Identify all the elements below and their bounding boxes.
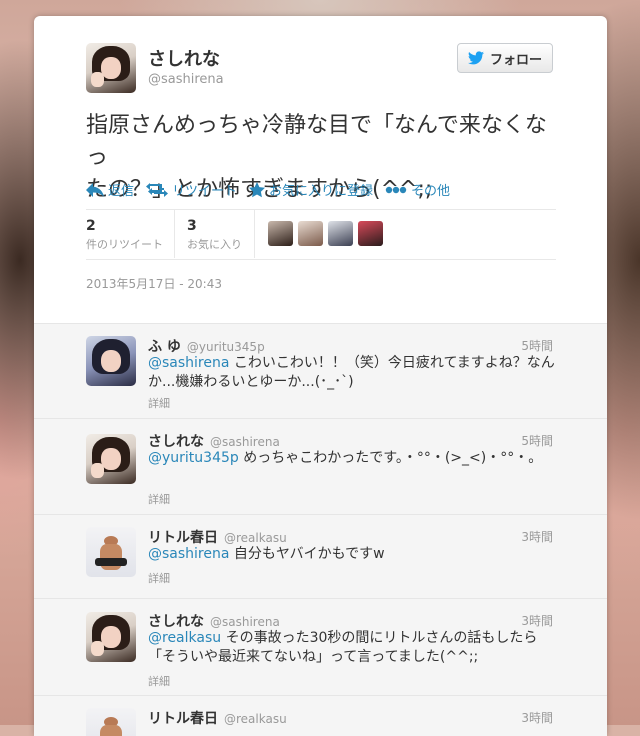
tweet-timestamp[interactable]: 2013年5月17日 - 20:43 <box>86 275 222 292</box>
reply-detail-link[interactable]: 詳細 <box>148 491 170 507</box>
reply-detail-link[interactable]: 詳細 <box>148 570 170 586</box>
more-dots-icon <box>385 186 407 193</box>
reply-mention[interactable]: @sashirena <box>148 546 229 562</box>
author-avatar[interactable] <box>86 43 136 93</box>
reply-text: @realkasu その事故った30秒の間にリトルさんの話もしたら「そういや最近… <box>148 629 558 667</box>
reply-author[interactable]: リトル春日 @realkasu <box>148 527 287 547</box>
reply-author[interactable]: ふ ゆ @yuritu345p <box>148 336 265 356</box>
favoriter-avatar[interactable] <box>298 221 323 246</box>
reply-author[interactable]: リトル春日 @realkasu <box>148 708 287 728</box>
reply-list: ふ ゆ @yuritu345p 5時間 @sashirena こわいこわい！！（笑… <box>34 323 607 736</box>
retweet-count-label: 件のリツイート <box>86 238 163 251</box>
reply-text: @sashirena こわいこわい！！（笑）今日疲れてますよね？なんか...機嫌… <box>148 354 558 392</box>
stat-divider <box>254 210 255 258</box>
favorite-count: 3 <box>187 218 197 234</box>
reply-item[interactable]: リトル春日 @realkasu 3時間 <box>34 696 607 736</box>
reply-time[interactable]: 5時間 <box>521 432 553 449</box>
reply-mention[interactable]: @yuritu345p <box>148 450 239 466</box>
reply-time[interactable]: 3時間 <box>521 528 553 545</box>
retweet-count: 2 <box>86 218 96 234</box>
favoriter-avatar[interactable] <box>328 221 353 246</box>
tweet-text-line-1: 指原さんめっちゃ冷静な目で「なんで来なくなっ <box>86 113 547 170</box>
reply-label: 返信 <box>108 184 135 199</box>
reply-action[interactable]: 返信 <box>86 180 134 199</box>
reply-avatar[interactable] <box>86 434 136 484</box>
reply-avatar[interactable] <box>86 708 136 736</box>
twitter-bird-icon <box>467 51 484 65</box>
main-tweet: さしれな @sashirena フォロー 指原さんめっちゃ冷静な目で「なんで来な… <box>34 16 607 323</box>
more-action[interactable]: その他 <box>385 180 450 199</box>
favoriters-avatars <box>268 221 383 246</box>
reply-author-name: ふ ゆ <box>148 339 181 355</box>
reply-mention[interactable]: @realkasu <box>148 630 221 646</box>
reply-avatar[interactable] <box>86 336 136 386</box>
reply-text: @sashirena 自分もヤバイかもですw <box>148 545 558 564</box>
retweet-action[interactable]: リツイート <box>146 180 237 199</box>
reply-avatar[interactable] <box>86 527 136 577</box>
retweet-stat[interactable]: 2 件のリツイート <box>86 218 163 252</box>
follow-button[interactable]: フォロー <box>457 43 553 73</box>
divider <box>86 209 556 210</box>
reply-body: 自分もヤバイかもですw <box>229 546 385 562</box>
reply-author-handle: @yuritu345p <box>186 340 265 354</box>
reply-author-handle: @sashirena <box>210 615 280 629</box>
reply-author-name: さしれな <box>148 434 204 450</box>
reply-item[interactable]: さしれな @sashirena 5時間 @yuritu345p めっちゃこわかった… <box>34 419 607 515</box>
favorite-label: お気に入りに登録 <box>269 184 374 199</box>
reply-item[interactable]: ふ ゆ @yuritu345p 5時間 @sashirena こわいこわい！！（笑… <box>34 324 607 419</box>
reply-author[interactable]: さしれな @sashirena <box>148 611 280 631</box>
reply-detail-link[interactable]: 詳細 <box>148 673 170 689</box>
retweet-label: リツイート <box>172 184 238 199</box>
divider <box>86 259 556 260</box>
reply-author-name: リトル春日 <box>148 530 218 546</box>
stat-divider <box>174 210 175 258</box>
reply-detail-link[interactable]: 詳細 <box>148 395 170 411</box>
reply-mention[interactable]: @sashirena <box>148 355 229 371</box>
reply-author-name: さしれな <box>148 614 204 630</box>
reply-author-handle: @sashirena <box>210 435 280 449</box>
favoriter-avatar[interactable] <box>268 221 293 246</box>
reply-arrow-icon <box>86 182 104 197</box>
favorite-action[interactable]: お気に入りに登録 <box>249 180 373 199</box>
more-label: その他 <box>411 184 451 199</box>
favorite-count-label: お気に入り <box>187 238 242 251</box>
follow-label: フォロー <box>489 52 542 68</box>
reply-body: めっちゃこわかったです。・°°・(>_<)・°°・。 <box>238 450 543 466</box>
reply-time[interactable]: 3時間 <box>521 709 553 726</box>
reply-text: @yuritu345p めっちゃこわかったです。・°°・(>_<)・°°・。 <box>148 449 558 468</box>
reply-author-handle: @realkasu <box>224 531 287 545</box>
retweet-icon <box>146 182 169 197</box>
tweet-actions: 返信 リツイート お気に入りに登録 その他 <box>86 180 450 199</box>
favorite-stat[interactable]: 3 お気に入り <box>187 218 242 252</box>
author-handle[interactable]: @sashirena <box>148 72 224 87</box>
tweet-card: さしれな @sashirena フォロー 指原さんめっちゃ冷静な目で「なんで来な… <box>34 16 607 736</box>
favoriter-avatar[interactable] <box>358 221 383 246</box>
reply-item[interactable]: さしれな @sashirena 3時間 @realkasu その事故った30秒の間… <box>34 599 607 696</box>
reply-avatar[interactable] <box>86 612 136 662</box>
author-name[interactable]: さしれな <box>148 45 220 71</box>
reply-time[interactable]: 3時間 <box>521 612 553 629</box>
star-icon <box>249 181 266 197</box>
reply-item[interactable]: リトル春日 @realkasu 3時間 @sashirena 自分もヤバイかもです… <box>34 515 607 599</box>
reply-author[interactable]: さしれな @sashirena <box>148 431 280 451</box>
reply-author-handle: @realkasu <box>224 712 287 726</box>
reply-time[interactable]: 5時間 <box>521 337 553 354</box>
